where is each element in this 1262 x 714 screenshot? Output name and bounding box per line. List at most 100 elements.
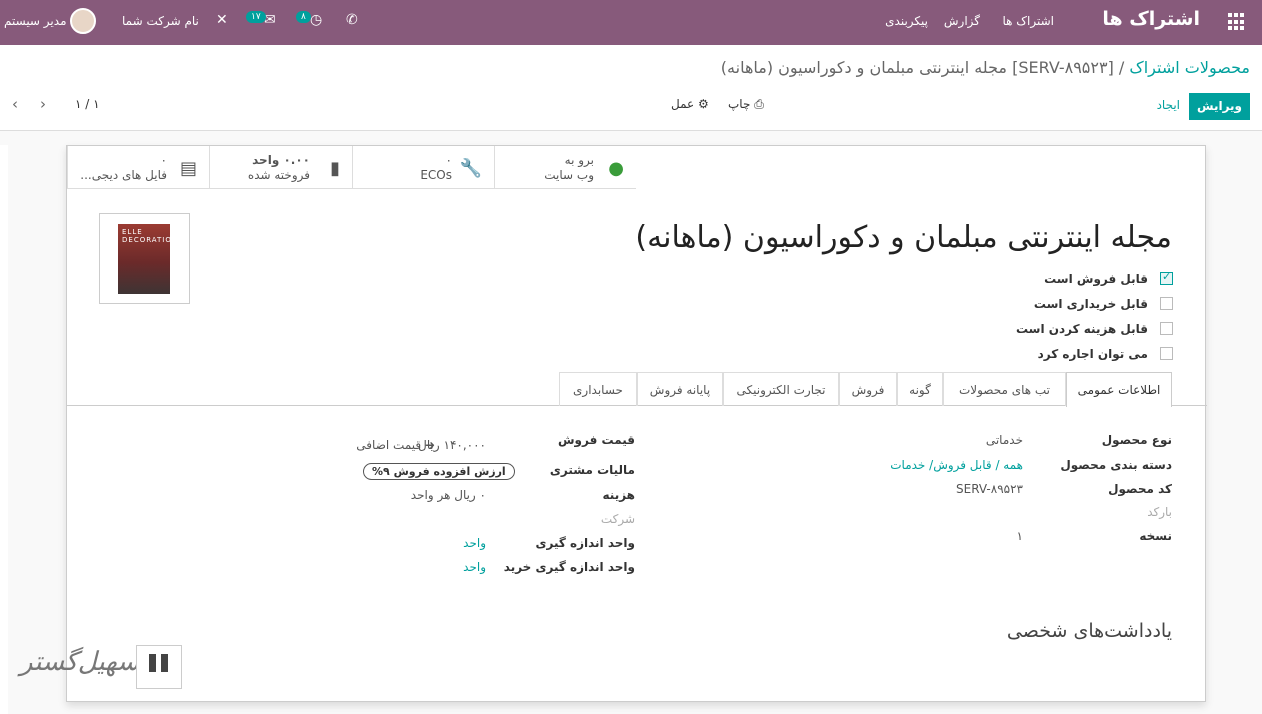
smart-files-value: ۰: [160, 153, 167, 167]
bar-chart-icon: ▮: [330, 158, 340, 179]
category-value[interactable]: همه / قابل فروش/ خدمات: [890, 458, 1023, 472]
menu-subscriptions[interactable]: اشتراک ها: [1002, 14, 1054, 28]
smart-button-ecos[interactable]: 🔧 ۰ ECOs: [352, 146, 494, 189]
menu-reports[interactable]: گزارش: [944, 14, 980, 28]
smart-ecos-label: ECOs: [420, 168, 452, 182]
tab-product-tabs[interactable]: تب های محصولات: [943, 372, 1066, 406]
left-strip: [0, 145, 8, 714]
form-sheet: ● برو به وب سایت 🔧 ۰ ECOs ▮ ۰.۰۰ واحد فروخت…: [66, 145, 1207, 702]
control-panel: محصولات اشتراک / [SERV-۸۹۵۲۳] مجله اینتر…: [0, 45, 1262, 131]
purchase-uom-label: واحد اندازه گیری خرید: [503, 560, 635, 574]
brand-watermark: تسهیل‌گستر: [18, 643, 182, 693]
watermark-logo-icon: [136, 645, 182, 689]
app-brand[interactable]: اشتراک ها: [1102, 8, 1200, 30]
apps-menu-icon[interactable]: [1228, 13, 1246, 31]
product-type-value[interactable]: خدماتی: [986, 433, 1023, 447]
product-type-label: نوع محصول: [1101, 433, 1172, 447]
product-title: مجله اینترنتی مبلمان و دکوراسیون (ماهانه…: [635, 220, 1172, 255]
print-label: چاپ: [728, 97, 751, 111]
checkbox-can-be-rented-box[interactable]: [1160, 347, 1173, 360]
smart-website-label: وب سایت: [544, 168, 594, 182]
phone-icon[interactable]: ✆: [346, 12, 358, 28]
notebook-tabs: اطلاعات عمومی تب های محصولات گونه فروش ت…: [67, 372, 1207, 407]
tab-general-information[interactable]: اطلاعات عمومی: [1066, 372, 1172, 407]
checkbox-can-be-rented-label: می توان اجاره کرد: [1037, 346, 1148, 361]
checkbox-can-be-rented[interactable]: می توان اجاره کرد: [1016, 341, 1173, 366]
smart-sold-label: فروخته شده: [247, 168, 310, 182]
smart-files-label: فایل های دیجی...: [80, 168, 167, 182]
category-label: دسته بندی محصول: [1060, 458, 1172, 472]
smart-button-digital-files[interactable]: ▤ ۰ فایل های دیجی...: [67, 146, 209, 189]
checkbox-can-be-sold-label: قابل فروش است: [1044, 271, 1148, 286]
file-icon: ▤: [179, 158, 197, 179]
watermark-text: تسهیل‌گستر: [20, 647, 148, 677]
checkbox-can-be-expensed[interactable]: قابل هزینه کردن است: [1016, 316, 1173, 341]
checkbox-can-be-expensed-label: قابل هزینه کردن است: [1015, 321, 1148, 336]
messages-icon[interactable]: ✉: [264, 12, 276, 28]
debug-tools-icon[interactable]: ✕: [216, 12, 228, 28]
pager-value[interactable]: ۱ / ۱: [75, 97, 100, 111]
extra-price-label: قیمت اضافی: [356, 438, 422, 452]
print-button[interactable]: چاپ ⎙: [728, 97, 764, 112]
company-field-placeholder[interactable]: شرکت: [601, 512, 635, 526]
version-label: نسخه: [1139, 529, 1172, 543]
checkbox-can-be-sold[interactable]: قابل فروش است: [1016, 266, 1173, 291]
sale-price-label: قیمت فروش: [557, 433, 635, 447]
purchase-uom-value[interactable]: واحد: [463, 560, 486, 574]
wrench-icon: 🔧: [459, 158, 482, 179]
uom-label: واحد اندازه گیری: [535, 536, 635, 550]
cover-text: ELLE DECORATION: [122, 228, 179, 244]
smart-website-value: برو به: [564, 153, 594, 167]
company-switcher[interactable]: نام شرکت شما: [122, 14, 199, 28]
checkbox-can-be-purchased[interactable]: قابل خریداری است: [1016, 291, 1173, 316]
checkbox-can-be-sold-box[interactable]: [1160, 270, 1173, 285]
smart-ecos-value: ۰: [445, 153, 452, 167]
top-navbar: اشتراک ها اشتراک ها گزارش پیکربندی ✆ ◷ ۸…: [0, 0, 1262, 45]
product-code-value[interactable]: SERV-۸۹۵۲۳: [956, 482, 1023, 496]
tab-point-of-sale[interactable]: پایانه فروش: [637, 372, 723, 406]
checkbox-can-be-purchased-label: قابل خریداری است: [1033, 296, 1148, 311]
smart-sold-value: ۰.۰۰ واحد: [252, 153, 310, 167]
breadcrumb-separator: /: [1113, 58, 1130, 77]
internal-notes-title: یادداشت‌های شخصی: [1006, 620, 1172, 642]
globe-icon: ●: [608, 158, 624, 179]
tab-ecommerce[interactable]: تجارت الکترونیکی: [723, 372, 839, 406]
checkbox-can-be-expensed-box[interactable]: [1160, 322, 1173, 335]
messages-badge: ۱۷: [246, 11, 266, 23]
pager-next-icon[interactable]: ›: [40, 95, 46, 113]
printer-icon: ⎙: [754, 97, 764, 111]
user-menu[interactable]: مدیر سیستم: [4, 14, 67, 28]
arrow-right-icon: ➜: [424, 438, 435, 452]
smart-button-sold[interactable]: ▮ ۰.۰۰ واحد فروخته شده: [209, 146, 352, 189]
product-options: قابل فروش است قابل خریداری است قابل هزین…: [1016, 266, 1173, 366]
avatar[interactable]: [70, 8, 96, 34]
cost-value[interactable]: ۰ ریال هر واحد: [411, 488, 486, 502]
product-image[interactable]: ELLE DECORATION: [99, 213, 190, 304]
menu-configuration[interactable]: پیکربندی: [885, 14, 928, 28]
magazine-cover: ELLE DECORATION: [118, 224, 177, 294]
checkbox-can-be-purchased-box[interactable]: [1160, 297, 1173, 310]
tab-accounting[interactable]: حسابداری: [559, 372, 637, 406]
product-code-label: کد محصول: [1108, 482, 1172, 496]
action-label: عمل: [671, 97, 695, 111]
breadcrumb-parent[interactable]: محصولات اشتراک: [1129, 58, 1250, 77]
cost-label: هزینه: [602, 488, 635, 502]
activity-badge: ۸: [296, 11, 311, 23]
uom-value[interactable]: واحد: [463, 536, 486, 550]
action-button[interactable]: عمل ⚙: [671, 97, 709, 111]
smart-button-website[interactable]: ● برو به وب سایت: [494, 146, 636, 189]
gear-icon: ⚙: [698, 97, 709, 111]
create-button[interactable]: ایجاد: [1157, 98, 1180, 112]
customer-tax-label: مالیات مشتری: [549, 463, 635, 477]
customer-tax-badge[interactable]: ارزش افزوده فروش ۹%: [363, 463, 515, 480]
barcode-label[interactable]: بارکد: [1147, 505, 1172, 519]
version-value[interactable]: ۱: [1017, 529, 1023, 543]
pager-previous-icon[interactable]: ‹: [12, 95, 18, 113]
breadcrumb-current: [SERV-۸۹۵۲۳] مجله اینترنتی مبلمان و دکور…: [720, 58, 1114, 77]
breadcrumb: محصولات اشتراک / [SERV-۸۹۵۲۳] مجله اینتر…: [721, 58, 1250, 77]
tab-variants[interactable]: گونه: [897, 372, 943, 406]
activity-clock-icon[interactable]: ◷: [310, 12, 322, 28]
edit-button[interactable]: ویرایش: [1189, 93, 1250, 120]
extra-price-link[interactable]: ➜ قیمت اضافی: [356, 438, 435, 452]
tab-sales[interactable]: فروش: [839, 372, 897, 406]
